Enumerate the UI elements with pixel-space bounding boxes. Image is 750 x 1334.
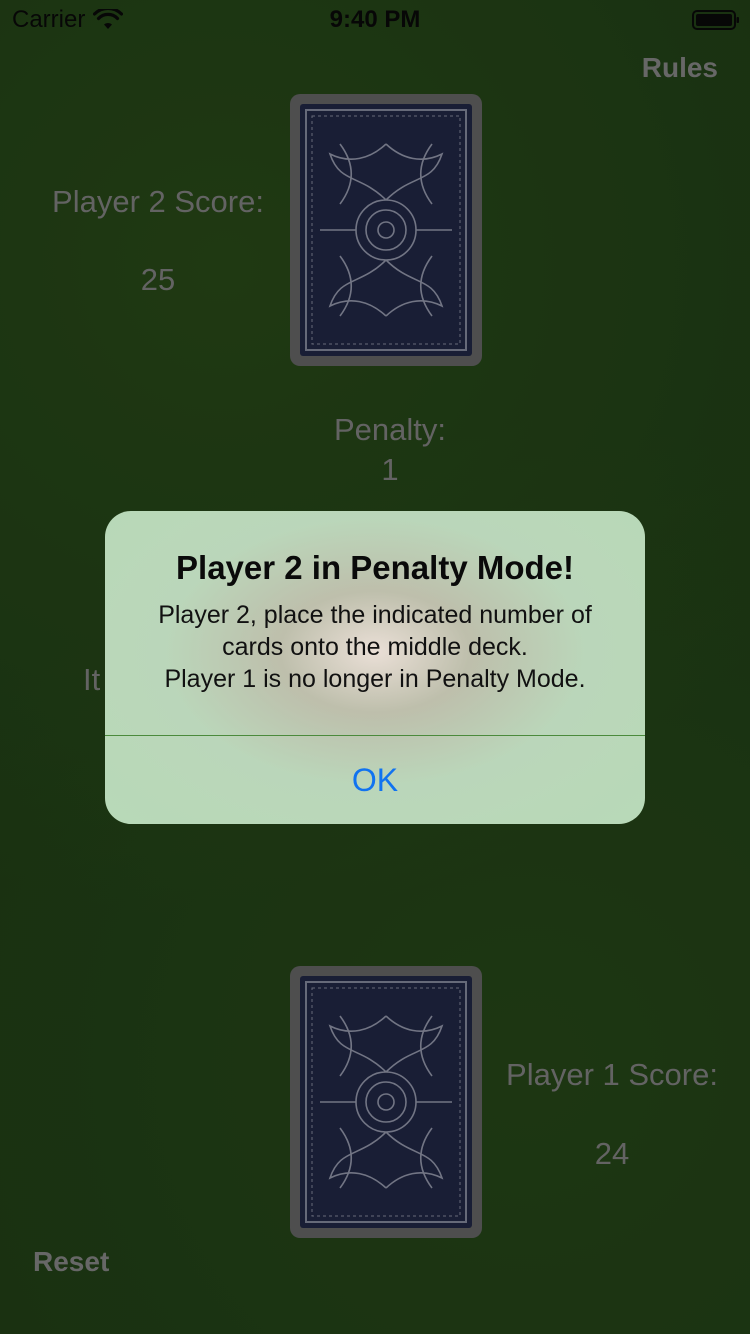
penalty-alert-dialog: Player 2 in Penalty Mode! Player 2, plac…: [105, 511, 645, 824]
game-table: Carrier 9:40 PM Rules Player 2 Score: 25: [0, 0, 750, 1334]
alert-message-line: Player 2, place the indicated number of: [158, 601, 592, 629]
alert-ok-button[interactable]: OK: [105, 736, 645, 824]
alert-message-line: cards onto the middle deck.: [222, 633, 528, 661]
alert-title: Player 2 in Penalty Mode!: [176, 549, 574, 586]
alert-message: Player 2, place the indicated number of …: [125, 599, 625, 695]
alert-message-line: Player 1 is no longer in Penalty Mode.: [164, 665, 586, 693]
